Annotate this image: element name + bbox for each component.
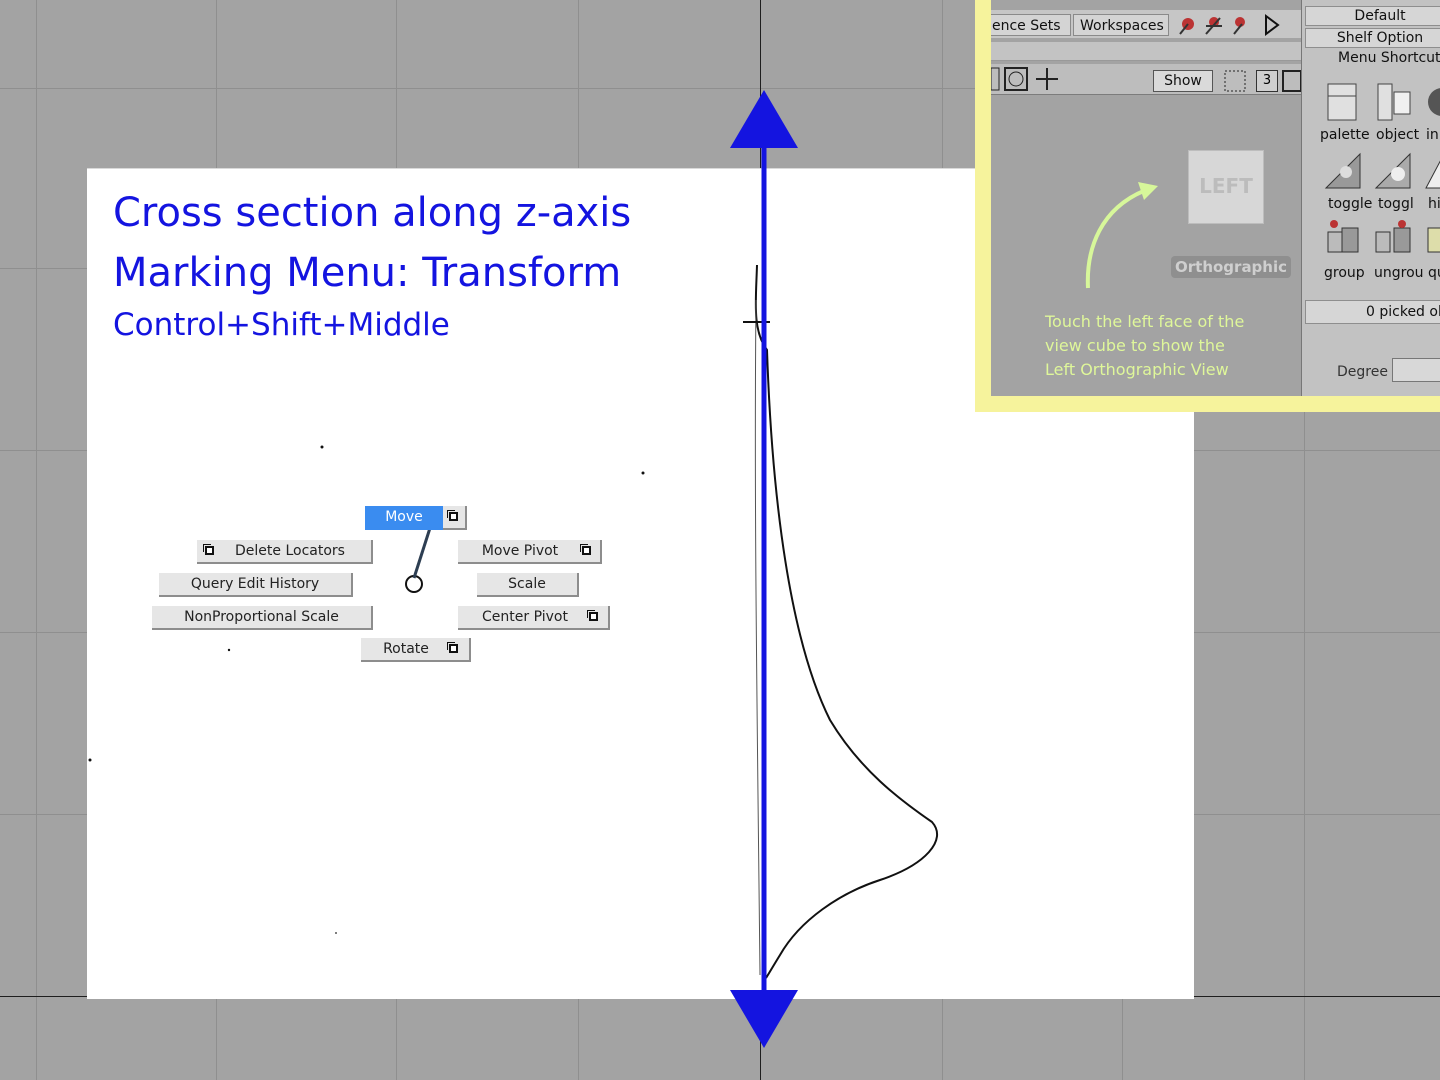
degree-field[interactable] bbox=[1392, 358, 1440, 382]
option-box-icon bbox=[447, 642, 458, 653]
degree-label: Degree bbox=[1337, 364, 1388, 380]
nonproportional-scale-menu-item[interactable]: NonProportional Scale bbox=[152, 606, 373, 630]
layout-number-box[interactable]: 3 bbox=[1256, 70, 1278, 92]
shelf-item-label: group bbox=[1324, 265, 1365, 281]
title-line-3: Control+Shift+Middle bbox=[113, 307, 450, 343]
default-button[interactable]: Default bbox=[1305, 6, 1440, 26]
group-icon[interactable] bbox=[1324, 218, 1364, 258]
option-box-icon bbox=[447, 510, 458, 521]
shelf-options-button[interactable]: Shelf Option bbox=[1305, 28, 1440, 48]
shelf-item-label: qu bbox=[1428, 265, 1440, 281]
frame-all-icon bbox=[1004, 67, 1028, 91]
cross-section-curve-inner bbox=[754, 299, 761, 976]
shelf-item-label: hi bbox=[1428, 196, 1440, 212]
tab-workspaces[interactable]: Workspaces bbox=[1073, 14, 1169, 36]
curved-arrow-icon bbox=[1085, 182, 1158, 289]
scale-menu-item[interactable]: Scale bbox=[477, 573, 579, 597]
center-pivot-label: Center Pivot bbox=[482, 609, 568, 625]
move-options-button[interactable] bbox=[443, 506, 467, 530]
tab-reference-sets[interactable]: ence Sets bbox=[991, 14, 1071, 36]
delete-locators-label: Delete Locators bbox=[235, 543, 345, 559]
panel-icons bbox=[991, 67, 1058, 91]
toolbar-icons bbox=[1179, 14, 1280, 36]
option-box-icon bbox=[587, 610, 598, 621]
z-axis-arrowhead-up bbox=[730, 90, 798, 148]
rotate-menu-item[interactable]: Rotate bbox=[361, 638, 471, 662]
move-label: Move bbox=[385, 509, 423, 525]
option-box-icon bbox=[580, 544, 591, 555]
z-axis-arrowhead-down bbox=[730, 990, 798, 1048]
shelf-item-label: toggle bbox=[1328, 196, 1373, 212]
delete-locators-menu-item[interactable]: Delete Locators bbox=[197, 540, 373, 564]
title-line-2: Marking Menu: Transform bbox=[113, 250, 622, 296]
tool-row bbox=[991, 42, 1301, 61]
toggle-icon[interactable] bbox=[1374, 150, 1414, 190]
object-icon[interactable] bbox=[1374, 82, 1414, 122]
hint-line: Touch the left face of the bbox=[1045, 312, 1245, 331]
show-menu-button[interactable]: Show bbox=[1153, 70, 1213, 92]
move-pivot-label: Move Pivot bbox=[481, 543, 559, 559]
picked-count: 0 picked ob bbox=[1305, 300, 1440, 324]
center-pivot-menu-item[interactable]: Center Pivot bbox=[458, 606, 610, 630]
option-box-icon bbox=[203, 544, 214, 555]
shelf-item-label: palette bbox=[1320, 127, 1370, 143]
rotate-label: Rotate bbox=[383, 641, 429, 657]
shelf-panel: Default Shelf Option Menu Shortcut: pale… bbox=[1301, 0, 1440, 396]
hide-icon[interactable] bbox=[1424, 150, 1440, 190]
grid-toggle-icon[interactable] bbox=[1223, 69, 1247, 93]
shelf-item-label: object bbox=[1376, 127, 1420, 143]
hint-line: view cube to show the bbox=[1045, 336, 1225, 355]
toggle-icon[interactable] bbox=[1324, 150, 1364, 190]
shelf-item-label: toggl bbox=[1378, 196, 1414, 212]
inset-callout: ence Sets Workspaces Show 3 LEFT Orthogr… bbox=[975, 0, 1440, 412]
palette-icon[interactable] bbox=[1324, 82, 1364, 122]
hint-line: Left Orthographic View bbox=[1045, 360, 1229, 379]
view-cube-left-face[interactable]: LEFT bbox=[1188, 150, 1264, 224]
move-pivot-menu-item[interactable]: Move Pivot bbox=[458, 540, 602, 564]
shelf-item-label: in bbox=[1426, 127, 1439, 143]
render-icon bbox=[1179, 18, 1194, 35]
ipr-render-icon bbox=[1233, 17, 1245, 35]
quick-select-icon[interactable] bbox=[1424, 218, 1440, 258]
hint-text: Touch the left face of the view cube to … bbox=[1045, 310, 1285, 382]
info-icon[interactable] bbox=[1424, 82, 1440, 122]
query-edit-history-menu-item[interactable]: Query Edit History bbox=[159, 573, 353, 597]
inset-viewport: ence Sets Workspaces Show 3 LEFT Orthogr… bbox=[991, 0, 1440, 396]
query-edit-history-label: Query Edit History bbox=[190, 576, 320, 592]
shelf-item-label: ungrou bbox=[1374, 265, 1424, 281]
scale-label: Scale bbox=[508, 576, 546, 592]
orthographic-label: Orthographic bbox=[1171, 256, 1292, 278]
cross-section-curve bbox=[754, 264, 938, 979]
move-view-icon bbox=[1036, 68, 1058, 90]
play-icon bbox=[1265, 14, 1280, 36]
nonproportional-scale-label: NonProportional Scale bbox=[184, 609, 339, 625]
menu-shortcuts-tab[interactable]: Menu Shortcut: bbox=[1338, 50, 1440, 66]
title-line-1: Cross section along z-axis bbox=[113, 190, 632, 236]
render-region-icon bbox=[1205, 17, 1222, 35]
ungroup-icon[interactable] bbox=[1374, 218, 1414, 258]
marking-menu-center bbox=[405, 575, 423, 593]
move-menu-item[interactable]: Move bbox=[365, 506, 443, 530]
